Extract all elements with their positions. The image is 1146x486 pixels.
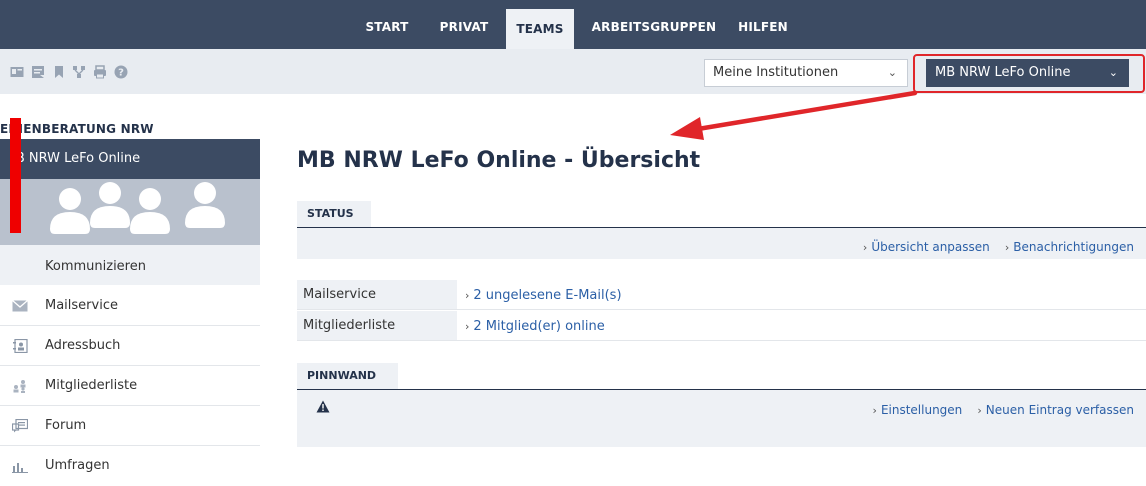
- tab-pinnwand[interactable]: PINNWAND: [297, 363, 398, 389]
- link-label: Einstellungen: [880, 403, 963, 417]
- table-row: Mitgliederliste › 2 Mitglied(er) online: [297, 311, 1146, 341]
- notifications-link[interactable]: › Benachrichtigungen: [1005, 240, 1134, 254]
- svg-text:?: ?: [118, 68, 124, 79]
- team-avatar-banner: [0, 179, 260, 245]
- settings-link[interactable]: › Einstellungen: [873, 403, 963, 417]
- link-label: Benachrichtigungen: [1013, 240, 1134, 254]
- address-book-icon: [13, 339, 28, 353]
- link-label: Übersicht anpassen: [871, 240, 990, 254]
- link-label: 2 ungelesene E-Mail(s): [473, 288, 622, 303]
- sidebar-item-mailservice[interactable]: Mailservice: [0, 286, 260, 326]
- top-navigation: START PRIVAT TEAMS ARBEITSGRUPPEN HILFEN: [0, 0, 1146, 49]
- survey-icon: [12, 463, 28, 473]
- sidebar-item-label: Mitgliederliste: [45, 378, 138, 393]
- tab-arbeitsgruppen[interactable]: ARBEITSGRUPPEN: [588, 0, 720, 49]
- chevron-right-icon: ›: [465, 289, 470, 302]
- annotation-arrow: [670, 90, 918, 140]
- mail-icon: [12, 300, 28, 312]
- table-row: Mailservice › 2 ungelesene E-Mail(s): [297, 280, 1146, 310]
- bookmark-icon[interactable]: [52, 65, 66, 79]
- tab-start[interactable]: START: [355, 0, 419, 49]
- sidebar-org-title: EDIENBERATUNG NRW: [0, 122, 154, 136]
- pinnwand-links: › Einstellungen › Neuen Eintrag verfassen: [873, 399, 1134, 418]
- note-icon[interactable]: [31, 65, 45, 79]
- row-label: Mailservice: [297, 280, 457, 309]
- sidebar-section-kommunizieren[interactable]: Kommunizieren: [0, 245, 260, 285]
- print-icon[interactable]: [93, 65, 107, 79]
- pinnwand-panel: › Einstellungen › Neuen Eintrag verfassen: [297, 390, 1146, 447]
- row-label: Mitgliederliste: [297, 311, 457, 340]
- card-icon[interactable]: [10, 65, 24, 79]
- warning-icon: [316, 400, 330, 413]
- sidebar-item-forum[interactable]: Forum: [0, 406, 260, 446]
- unread-mail-link[interactable]: › 2 ungelesene E-Mail(s): [465, 280, 622, 311]
- status-panel: › Übersicht anpassen › Benachrichtigungen: [297, 228, 1146, 259]
- page-title: MB NRW LeFo Online - Übersicht: [297, 148, 701, 173]
- team-people-icon: [50, 182, 225, 234]
- tab-privat[interactable]: PRIVAT: [430, 0, 498, 49]
- chevron-down-icon: ⌄: [887, 66, 897, 79]
- sidebar-item-label: Mailservice: [45, 298, 118, 313]
- institution-select-value: Meine Institutionen: [713, 65, 839, 80]
- tab-teams[interactable]: TEAMS: [506, 9, 574, 49]
- chevron-right-icon: ›: [862, 241, 868, 254]
- sidebar-item-mitgliederliste[interactable]: Mitgliederliste: [0, 366, 260, 406]
- sidebar-item-adressbuch[interactable]: Adressbuch: [0, 326, 260, 366]
- chevron-right-icon: ›: [465, 320, 470, 333]
- institution-select[interactable]: Meine Institutionen ⌄: [704, 59, 908, 87]
- sidebar-item-label: Forum: [45, 418, 87, 433]
- annotation-highlight-box: [913, 54, 1145, 93]
- members-icon: [13, 380, 26, 393]
- link-label: Neuen Eintrag verfassen: [985, 403, 1134, 417]
- annotation-red-bar: [10, 118, 21, 233]
- new-entry-link[interactable]: › Neuen Eintrag verfassen: [977, 403, 1134, 417]
- chevron-right-icon: ›: [1004, 241, 1010, 254]
- tab-hilfen[interactable]: HILFEN: [732, 0, 794, 49]
- help-icon[interactable]: ?: [114, 65, 128, 79]
- overview-customize-link[interactable]: › Übersicht anpassen: [863, 240, 990, 254]
- network-icon[interactable]: [72, 65, 86, 79]
- sidebar-item-label: Adressbuch: [45, 338, 121, 353]
- sidebar-team-header[interactable]: IB NRW LeFo Online: [0, 139, 260, 179]
- tab-status[interactable]: STATUS: [297, 201, 371, 227]
- link-label: 2 Mitglied(er) online: [473, 319, 605, 334]
- status-links: › Übersicht anpassen › Benachrichtigungen: [863, 236, 1134, 255]
- sidebar-item-umfragen[interactable]: Umfragen: [0, 446, 260, 486]
- sidebar: EDIENBERATUNG NRW IB NRW LeFo Online Kom…: [0, 94, 260, 473]
- chevron-right-icon: ›: [872, 404, 877, 417]
- chevron-right-icon: ›: [977, 404, 982, 417]
- forum-icon: [12, 419, 28, 433]
- members-online-link[interactable]: › 2 Mitglied(er) online: [465, 311, 605, 342]
